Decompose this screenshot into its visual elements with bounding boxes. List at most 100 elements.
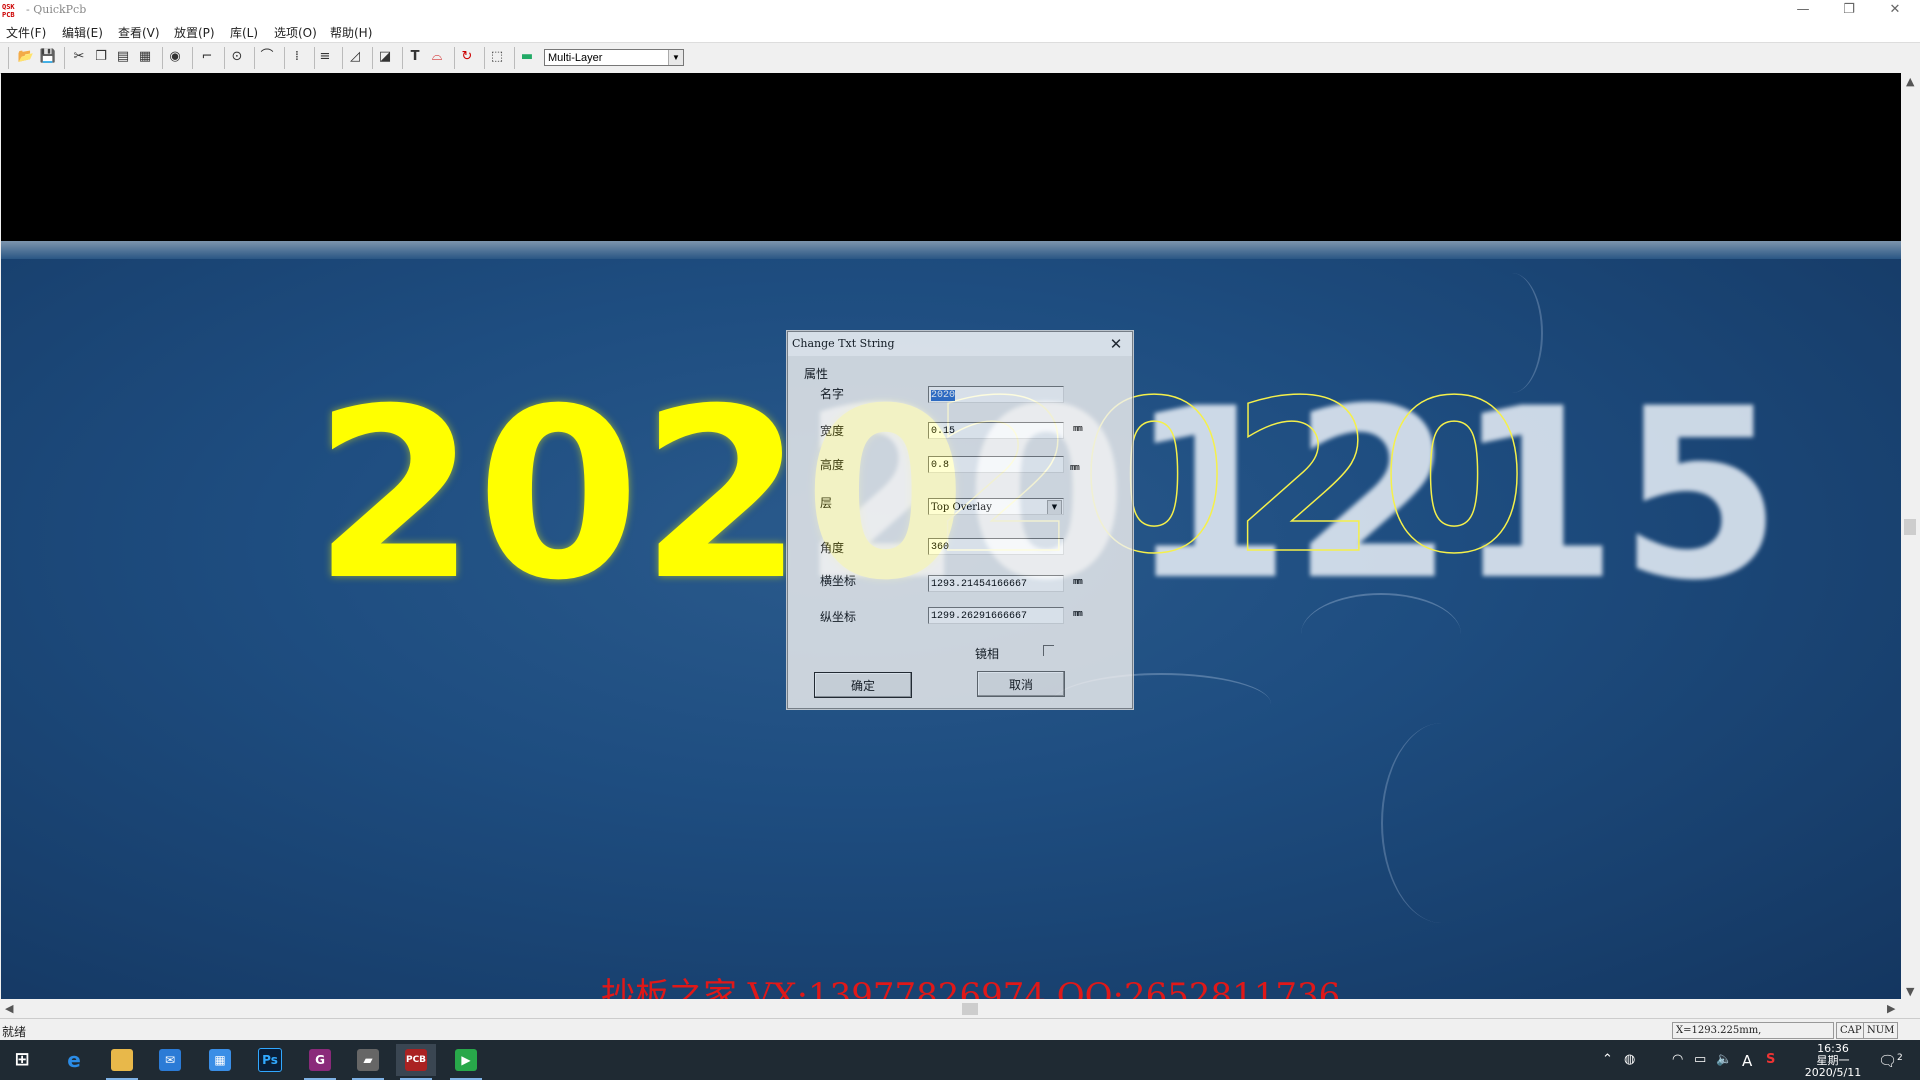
height-input[interactable]: 0.8 <box>928 456 1064 473</box>
clock[interactable]: 16:36 星期一 2020/5/11 <box>1800 1043 1866 1079</box>
close-button[interactable]: ✕ <box>1872 0 1918 22</box>
status-bar: 就绪 X=1293.225mm, y=1299.268mm CAP NUM <box>0 1018 1920 1051</box>
coordinate-readout: X=1293.225mm, y=1299.268mm <box>1672 1022 1834 1051</box>
chevron-down-icon[interactable]: ▼ <box>1047 500 1062 514</box>
open-icon[interactable]: 📂 <box>17 48 35 66</box>
tray-expand-icon[interactable]: ⌃ <box>1602 1052 1613 1067</box>
arc-icon[interactable]: ⌒ <box>258 48 276 66</box>
vertical-scrollbar[interactable]: ▲ ▼ <box>1901 73 1920 999</box>
dialog-title: Change Txt String <box>792 337 895 350</box>
board-edge <box>1 241 1901 259</box>
angle-label: 角度 <box>820 541 845 555</box>
select-box-icon[interactable]: ⬚ <box>488 48 506 66</box>
menu-file[interactable]: 文件(F) <box>6 24 46 41</box>
scroll-right-icon[interactable]: ▶ <box>1887 1002 1895 1015</box>
dotted-line-icon[interactable]: ⁞ <box>288 48 306 66</box>
horizontal-scrollbar[interactable]: ◀ ▶ <box>1 999 1901 1018</box>
num-lock-indicator: NUM <box>1863 1022 1899 1039</box>
minimize-button[interactable]: — <box>1780 0 1826 22</box>
polygon-icon[interactable]: ◿ <box>346 48 364 66</box>
y-coordinate-label: 纵坐标 <box>820 610 857 624</box>
outline-digit[interactable]: 2 <box>1230 372 1378 584</box>
name-input[interactable]: 2020 <box>928 386 1064 403</box>
window-title: - QuickPcb <box>26 3 87 16</box>
properties-group-label: 属性 <box>804 367 829 381</box>
menu-bar: 文件(F) 编辑(E) 查看(V) 放置(P) 库(L) 选项(O) 帮助(H) <box>0 22 1920 43</box>
windows-start-icon[interactable]: ⊞ <box>2 1044 42 1076</box>
network-globe-icon[interactable]: ◍ <box>1624 1052 1635 1067</box>
menu-options[interactable]: 选项(O) <box>274 24 317 41</box>
scanner-icon[interactable]: ▰ <box>348 1044 388 1080</box>
mail-icon[interactable]: ✉ <box>150 1044 190 1076</box>
width-unit: mm <box>1073 424 1083 434</box>
layer-select-value: Multi-Layer <box>548 52 603 64</box>
cut-icon[interactable]: ✂ <box>70 48 88 66</box>
wifi-icon[interactable]: ◠ <box>1672 1052 1683 1067</box>
menu-place[interactable]: 放置(P) <box>174 24 215 41</box>
caps-lock-indicator: CAP <box>1836 1022 1866 1039</box>
x-coordinate-input[interactable]: 1293.21454166667 <box>928 575 1064 592</box>
watermark-text: 抄板之家 VX:13977826974 QQ:2652811736 <box>601 976 1341 999</box>
app-logo-icon: QSK PCB <box>2 3 15 19</box>
outline-digit[interactable]: 0 <box>1380 372 1528 584</box>
taskbar: ⊞ e ✉ ▦ Ps G ▰ PCB ▶ ⌃ ◍ ◠ ▭ 🔈 A S 16:36… <box>0 1040 1920 1080</box>
menu-help[interactable]: 帮助(H) <box>330 24 372 41</box>
scroll-down-icon[interactable]: ▼ <box>1906 985 1914 998</box>
cancel-button[interactable]: 取消 <box>977 671 1065 697</box>
title-bar: QSK PCB - QuickPcb — ❐ ✕ <box>0 0 1920 22</box>
y-coordinate-input[interactable]: 1299.26291666667 <box>928 607 1064 624</box>
y-unit: mm <box>1073 609 1083 619</box>
photoshop-icon[interactable]: Ps <box>250 1044 290 1076</box>
width-input[interactable]: 0.15 <box>928 422 1064 439</box>
x-coordinate-label: 横坐标 <box>820 574 857 588</box>
angle-input[interactable]: 360 <box>928 538 1064 555</box>
change-text-dialog: Change Txt String ✕ 属性 名字 2020 宽度 0.15 m… <box>787 331 1133 709</box>
text-icon[interactable]: T <box>406 48 424 66</box>
dialog-title-bar[interactable]: Change Txt String ✕ <box>788 332 1132 356</box>
quickpcb-icon[interactable]: PCB <box>396 1044 436 1080</box>
edge-icon[interactable]: e <box>54 1044 94 1076</box>
board-icon[interactable]: ▬ <box>518 48 536 66</box>
name-label: 名字 <box>820 387 845 401</box>
layer-select[interactable]: Multi-Layer ▼ <box>544 49 684 66</box>
x-unit: mm <box>1073 577 1083 587</box>
layer-dropdown[interactable]: Top Overlay ▼ <box>928 498 1064 515</box>
battery-icon[interactable]: ▭ <box>1694 1052 1706 1067</box>
layer-icon[interactable]: ≡ <box>316 48 334 66</box>
vertical-scroll-thumb[interactable] <box>1904 519 1916 535</box>
fill-icon[interactable]: ◪ <box>376 48 394 66</box>
menu-library[interactable]: 库(L) <box>230 24 258 41</box>
save-icon[interactable]: 💾 <box>39 48 57 66</box>
horizontal-scroll-thumb[interactable] <box>962 1003 978 1015</box>
height-label: 高度 <box>820 458 845 472</box>
file-explorer-icon[interactable] <box>102 1044 142 1080</box>
arc-cw-icon[interactable]: ↻ <box>458 48 476 66</box>
notification-icon[interactable]: 🗨2 <box>1878 1052 1903 1070</box>
scroll-left-icon[interactable]: ◀ <box>5 1002 13 1015</box>
dialog-close-button[interactable]: ✕ <box>1106 334 1126 354</box>
chevron-down-icon[interactable]: ▼ <box>668 50 683 65</box>
paste-icon[interactable]: ▤ <box>114 48 132 66</box>
gpcb-icon[interactable]: G <box>300 1044 340 1080</box>
copy-icon[interactable]: ❐ <box>92 48 110 66</box>
media-player-icon[interactable]: ▶ <box>446 1044 486 1080</box>
sogou-icon[interactable]: S <box>1766 1052 1775 1067</box>
menu-edit[interactable]: 编辑(E) <box>62 24 103 41</box>
restore-button[interactable]: ❐ <box>1826 0 1872 22</box>
toolbar: 📂 💾 ✂ ❐ ▤ ▦ ◉ ⌐ ⊙ ⌒ ⁞ ≡ ◿ ◪ T ⌓ ↻ ⬚ ▬ Mu… <box>0 43 1920 74</box>
menu-view[interactable]: 查看(V) <box>118 24 160 41</box>
track-icon[interactable]: ⌐ <box>198 48 216 66</box>
via-icon[interactable]: ⊙ <box>228 48 246 66</box>
pad-icon[interactable]: ◉ <box>166 48 184 66</box>
status-text: 就绪 <box>2 1025 27 1039</box>
ime-icon[interactable]: A <box>1742 1052 1752 1070</box>
arc-ccw-icon[interactable]: ⌓ <box>428 48 446 66</box>
layer-label: 层 <box>820 496 833 510</box>
mirror-checkbox[interactable] <box>1043 645 1054 656</box>
scroll-up-icon[interactable]: ▲ <box>1906 75 1914 88</box>
ok-button[interactable]: 确定 <box>814 672 912 698</box>
grid-icon[interactable]: ▦ <box>136 48 154 66</box>
volume-icon[interactable]: 🔈 <box>1716 1052 1732 1067</box>
clock-date: 2020/5/11 <box>1804 1066 1862 1079</box>
store-icon[interactable]: ▦ <box>200 1044 240 1076</box>
